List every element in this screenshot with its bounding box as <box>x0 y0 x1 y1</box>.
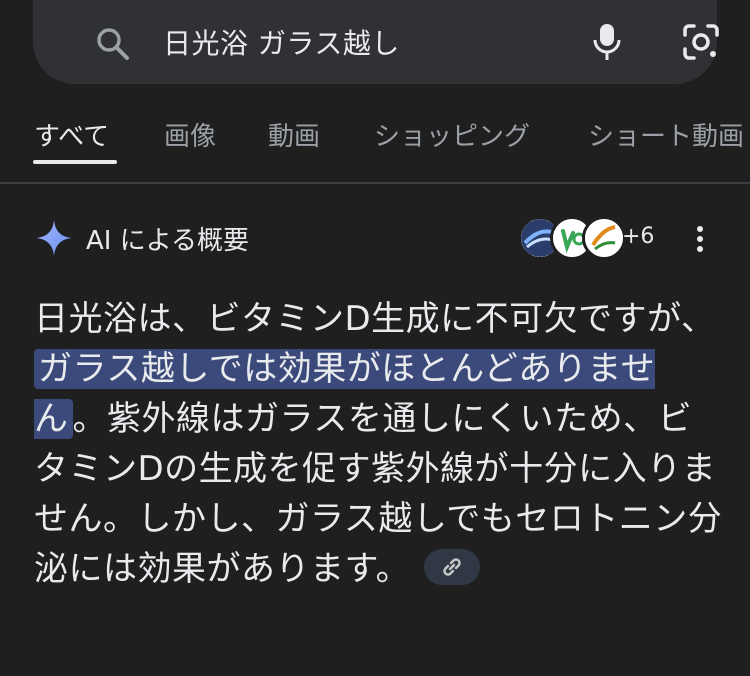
search-results-page: 日光浴 ガラス越し すべて 画像 動画 ショッピング ショート動画 AI による… <box>0 0 750 676</box>
tab-images[interactable]: 画像 <box>164 116 216 153</box>
ai-text-part: 。紫外線はガラスを通しにくいため、ビタミンDの生成を促す紫外線が十分に入りません… <box>34 399 723 589</box>
link-icon <box>443 557 461 576</box>
search-query-input[interactable]: 日光浴 ガラス越し <box>163 22 400 62</box>
source-avatars[interactable]: +6 <box>518 214 654 260</box>
sources-more-count[interactable]: +6 <box>622 224 654 249</box>
camera-lens-icon[interactable] <box>681 22 721 62</box>
ai-sparkle-icon <box>36 220 72 256</box>
source-logo-icon <box>585 219 623 257</box>
source-link-button[interactable] <box>424 548 481 585</box>
active-tab-indicator <box>33 160 117 164</box>
tab-short-videos[interactable]: ショート動画 <box>588 116 744 153</box>
more-options-icon[interactable] <box>688 224 712 254</box>
tabs-divider <box>0 182 750 184</box>
ai-overview-header: AI による概要 +6 <box>0 212 750 264</box>
tab-shopping[interactable]: ショッピング <box>374 116 530 153</box>
ai-text-part: 日光浴は、ビタミンD生成に不可欠ですが、 <box>34 299 716 339</box>
search-icon[interactable] <box>95 26 131 62</box>
tab-videos[interactable]: 動画 <box>268 116 320 153</box>
mic-icon[interactable] <box>591 22 623 62</box>
search-bar[interactable]: 日光浴 ガラス越し <box>33 0 719 84</box>
source-avatar[interactable] <box>582 216 626 260</box>
ai-overview-title: AI による概要 <box>86 226 249 256</box>
ai-overview-text: 日光浴は、ビタミンD生成に不可欠ですが、ガラス越しでは効果がほとんどありません。… <box>34 294 724 594</box>
search-tabs: すべて 画像 動画 ショッピング ショート動画 <box>0 108 750 164</box>
tab-all[interactable]: すべて <box>34 116 109 153</box>
